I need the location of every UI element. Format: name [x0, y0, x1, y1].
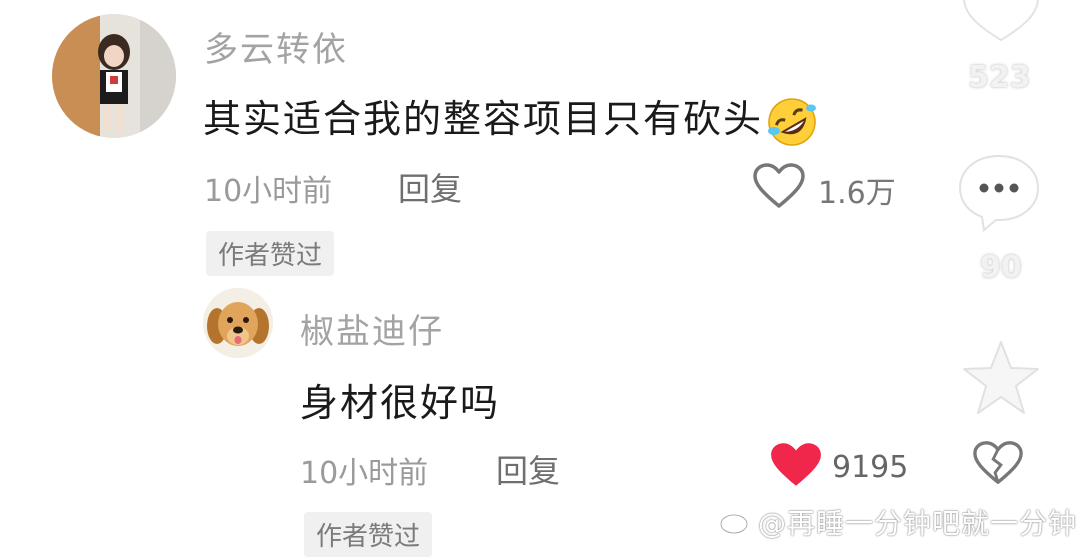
reply-button[interactable]: 回复 [398, 164, 462, 210]
video-favorite-button[interactable] [958, 336, 1044, 420]
star-icon [963, 341, 1039, 414]
video-like-count: 523 [968, 60, 1031, 95]
video-comment-count: 90 [980, 250, 1022, 285]
avatar[interactable] [52, 14, 176, 138]
video-like-button[interactable] [958, 0, 1044, 44]
comment-time: 10小时前 [204, 174, 333, 209]
weibo-logo-icon [718, 504, 754, 536]
comment-text-body: 其实适合我的整容项目只有砍头 [203, 97, 764, 141]
rolling-on-floor-laughing-emoji-icon [768, 97, 817, 146]
watermark-text: @再睡一分钟吧就一分钟 [758, 507, 1078, 540]
like-button[interactable] [768, 440, 824, 490]
like-count: 1.6万 [818, 176, 896, 211]
author-liked-badge: 作者赞过 [206, 231, 335, 276]
heart-icon [963, 0, 1039, 42]
author-liked-badge: 作者赞过 [304, 512, 433, 557]
comment-bubble-icon [958, 154, 1040, 232]
broken-heart-icon [973, 441, 1023, 484]
video-comment-button[interactable] [954, 150, 1044, 234]
heart-filled-icon [771, 443, 821, 486]
avatar[interactable] [203, 288, 273, 358]
comment-username[interactable]: 多云转依 [204, 22, 348, 71]
comment-time: 10小时前 [300, 456, 429, 491]
dislike-button[interactable] [972, 438, 1024, 488]
comment-username[interactable]: 椒盐迪仔 [300, 304, 444, 353]
heart-outline-icon [753, 163, 805, 208]
avatar-image [52, 14, 176, 138]
like-button[interactable] [752, 162, 806, 210]
comment-text: 其实适合我的整容项目只有砍头 [203, 88, 819, 149]
like-count: 9195 [832, 450, 909, 485]
comment-text: 身材很好吗 [300, 381, 501, 425]
reply-button[interactable]: 回复 [496, 446, 560, 492]
avatar-image [203, 288, 273, 358]
